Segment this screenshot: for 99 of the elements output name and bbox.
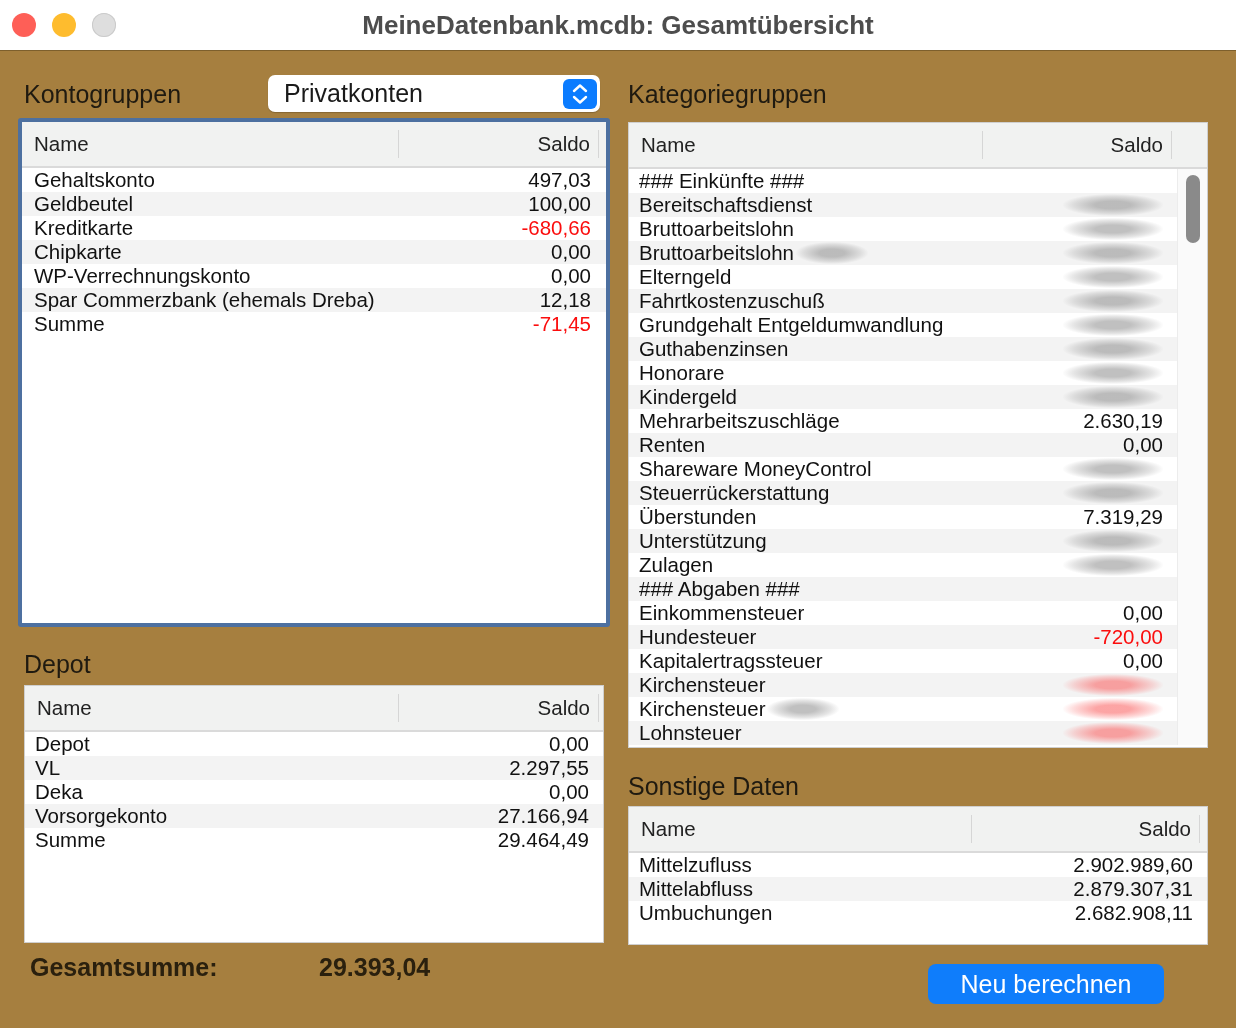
table-row[interactable]: Fahrtkostenzuschuß	[629, 289, 1177, 313]
table-cell: Einkommensteuer	[639, 601, 805, 625]
table-cell: Kindergeld	[639, 385, 737, 409]
table-cell: Kapitalertragssteuer	[639, 649, 823, 673]
table-cell: Hundesteuer	[639, 625, 757, 649]
table-cell: Fahrtkostenzuschuß	[639, 289, 825, 313]
table-cell: 0,00	[549, 780, 589, 804]
column-header[interactable]: Name	[22, 122, 399, 166]
table-cell: VL	[35, 756, 61, 780]
table-cell: Vorsorgekonto	[35, 804, 168, 828]
table-cell: Unterstützung	[639, 529, 767, 553]
table-row[interactable]: VL 2.297,55	[25, 756, 603, 780]
table-row[interactable]: Hundesteuer -720,00	[629, 625, 1177, 649]
table-row[interactable]: Steuerrückerstattung	[629, 481, 1177, 505]
table-cell: 497,03	[528, 168, 591, 192]
table-cell: Depot	[35, 732, 90, 756]
table-cell: Elterngeld	[639, 265, 732, 289]
table-cell: Lohnsteuer	[639, 721, 742, 745]
table-row[interactable]: ### Abgaben ###	[629, 577, 1177, 601]
dropdown[interactable]: Privatkonten	[268, 75, 600, 112]
table-cell: 0,00	[1123, 433, 1163, 457]
table-cell: Renten	[639, 433, 706, 457]
table-row[interactable]: Bruttoarbeitslohn	[629, 241, 1177, 265]
table-row[interactable]: Renten 0,00	[629, 433, 1177, 457]
table-cell: Summe	[34, 312, 105, 336]
table-row[interactable]: Spar Commerzbank (ehemals Dreba) 12,18	[22, 288, 606, 312]
window-title: MeineDatenbank.mcdb: Gesamtübersicht	[362, 8, 874, 42]
table-cell: WP-Verrechnungskonto	[34, 264, 251, 288]
table-cell: Mehrarbeitszuschläge	[639, 409, 840, 433]
table-cell: 0,00	[551, 264, 591, 288]
table-cell: Honorare	[639, 361, 725, 385]
table-cell: 0,00	[1123, 649, 1163, 673]
column-header[interactable]: Saldo	[399, 686, 599, 730]
table-cell: 7.319,29	[1083, 505, 1163, 529]
table-cell: Summe	[35, 828, 106, 852]
close-button[interactable]	[12, 13, 36, 37]
table-row[interactable]: Kirchensteuer	[629, 673, 1177, 697]
table-row[interactable]: Bereitschaftsdienst	[629, 193, 1177, 217]
table-cell: -71,45	[532, 312, 591, 336]
column-header[interactable]: Name	[25, 686, 399, 730]
table-cell: 0,00	[1123, 601, 1163, 625]
updown-chevron-icon	[563, 78, 597, 109]
table-cell: Steuerrückerstattung	[639, 481, 830, 505]
minimize-button[interactable]	[52, 13, 76, 37]
table-cell: 2.879.307,31	[1073, 877, 1193, 901]
table-cell: Bereitschaftsdienst	[639, 193, 813, 217]
table-cell: 0,00	[549, 732, 589, 756]
column-header[interactable]: Name	[629, 123, 983, 167]
table-cell: 2.297,55	[509, 756, 589, 780]
table-cell: 2.630,19	[1083, 409, 1163, 433]
section-label: Sonstige Daten	[628, 771, 800, 801]
column-header[interactable]: Saldo	[399, 122, 599, 166]
table-cell: Kirchensteuer	[639, 697, 766, 721]
table-cell: -720,00	[1093, 625, 1163, 649]
table-row[interactable]: Guthabenzinsen	[629, 337, 1177, 361]
total-label: Gesamtsumme:	[29, 952, 219, 984]
table-cell: Geldbeutel	[34, 192, 134, 216]
table-cell: Bruttoarbeitslohn	[639, 241, 794, 265]
table-cell: Kirchensteuer	[639, 673, 766, 697]
table-cell: 100,00	[528, 192, 591, 216]
table-row[interactable]: Mittelabfluss 2.879.307,31	[629, 877, 1207, 901]
table-row[interactable]: Lohnsteuer	[629, 721, 1177, 745]
table-cell: 29.464,49	[497, 828, 589, 852]
table-cell: Grundgehalt Entgeldumwandlung	[639, 313, 944, 337]
table-cell: Gehaltskonto	[34, 168, 155, 192]
table-cell: ### Einkünfte ###	[639, 169, 805, 193]
table-row[interactable]: Unterstützung	[629, 529, 1177, 553]
table-cell: Guthabenzinsen	[639, 337, 789, 361]
scrollbar-thumb[interactable]	[1186, 175, 1200, 243]
table-cell: 27.166,94	[497, 804, 589, 828]
table-cell: Chipkarte	[34, 240, 122, 264]
table-cell: Spar Commerzbank (ehemals Dreba)	[34, 288, 375, 312]
table-cell: ### Abgaben ###	[639, 577, 800, 601]
table-cell: 12,18	[539, 288, 591, 312]
table-cell: Überstunden	[639, 505, 757, 529]
table-cell: Zulagen	[639, 553, 714, 577]
total-value: 29.393,04	[319, 952, 431, 984]
column-header[interactable]: Name	[629, 807, 972, 851]
table-cell: Mittelzufluss	[639, 853, 752, 877]
column-header[interactable]: Saldo	[983, 123, 1172, 167]
section-label: Kategoriegruppen	[628, 78, 827, 109]
section-label: Kontogruppen	[23, 78, 183, 109]
table-cell: Bruttoarbeitslohn	[639, 217, 794, 241]
table-row[interactable]: Chipkarte 0,00	[22, 240, 606, 264]
table-cell: 2.682.908,11	[1074, 901, 1193, 925]
recalculate-button[interactable]: Neu berechnen	[928, 964, 1164, 1004]
table-row[interactable]: Vorsorgekonto 27.166,94	[25, 804, 603, 828]
table-cell: Kreditkarte	[34, 216, 134, 240]
table-cell: 2.902.989,60	[1073, 853, 1193, 877]
table-cell: Mittelabfluss	[639, 877, 753, 901]
column-header[interactable]: Saldo	[972, 807, 1200, 851]
table-row[interactable]: Geldbeutel 100,00	[22, 192, 606, 216]
table-cell: -680,66	[521, 216, 591, 240]
table-cell: Deka	[35, 780, 83, 804]
table-cell: Shareware MoneyControl	[639, 457, 872, 481]
table-row[interactable]: Kindergeld	[629, 385, 1177, 409]
table-cell: Umbuchungen	[639, 901, 773, 925]
table-cell: 0,00	[551, 240, 591, 264]
section-label: Depot	[23, 649, 92, 679]
